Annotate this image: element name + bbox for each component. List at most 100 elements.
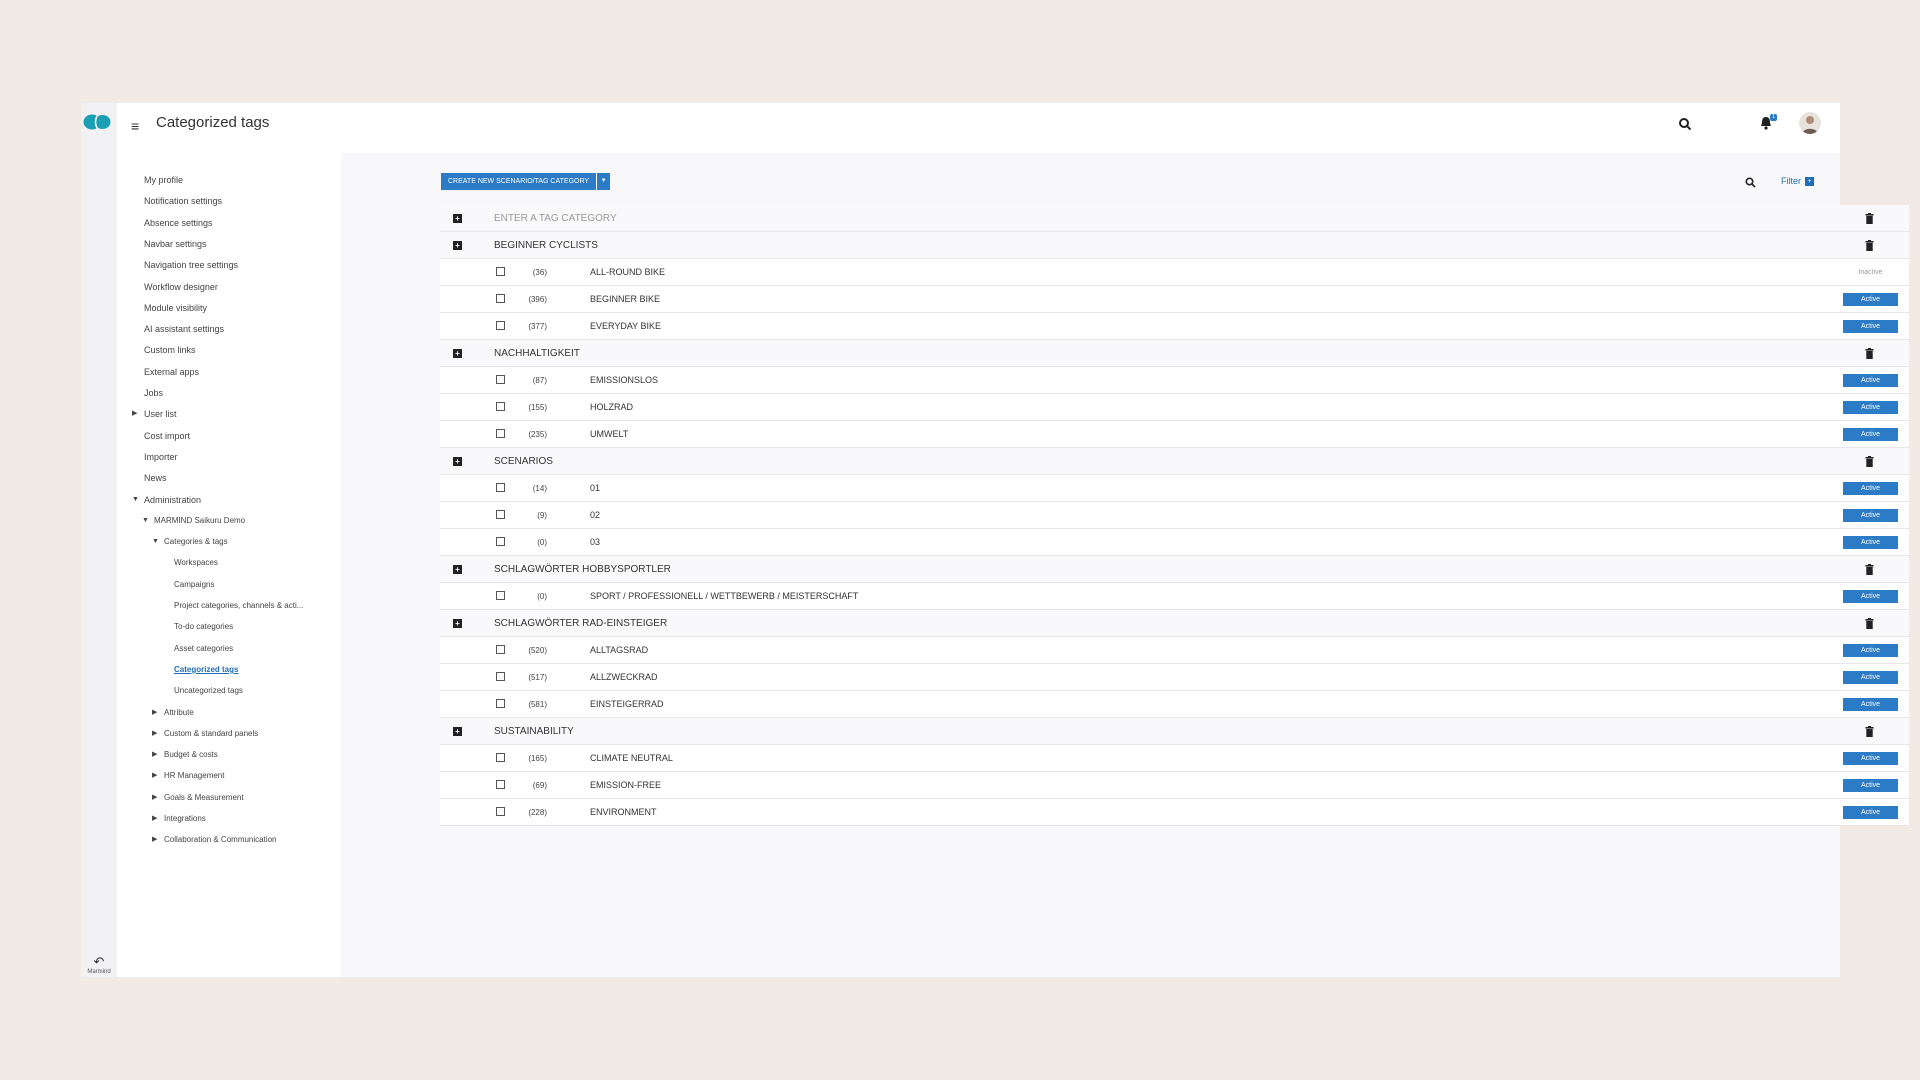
- add-tag-icon[interactable]: +: [453, 349, 462, 358]
- category-name[interactable]: NACHHALTIGKEIT: [494, 348, 580, 359]
- category-name[interactable]: SCENARIOS: [494, 456, 553, 467]
- tag-name[interactable]: EVERYDAY BIKE: [590, 321, 661, 331]
- tag-checkbox[interactable]: [496, 753, 505, 762]
- status-toggle[interactable]: Active: [1843, 320, 1898, 333]
- tag-checkbox[interactable]: [496, 294, 505, 303]
- sidebar-item[interactable]: Categories & tags: [164, 536, 228, 548]
- status-toggle[interactable]: Active: [1843, 698, 1898, 711]
- sidebar-item[interactable]: To-do categories: [174, 621, 233, 633]
- marmind-logo-icon[interactable]: [83, 113, 111, 131]
- back-to-marmind[interactable]: ↶ Marmind: [81, 955, 117, 976]
- tag-name[interactable]: CLIMATE NEUTRAL: [590, 753, 673, 763]
- sidebar-item[interactable]: Notification settings: [144, 195, 222, 207]
- sidebar-item[interactable]: Goals & Measurement: [164, 792, 244, 804]
- status-toggle[interactable]: Inactive: [1843, 266, 1898, 279]
- chevron-down-icon[interactable]: ▼: [597, 173, 611, 190]
- category-name[interactable]: SUSTAINABILITY: [494, 726, 574, 737]
- caret-right-icon[interactable]: ▶: [152, 792, 157, 804]
- filter-button[interactable]: Filter +: [1781, 175, 1814, 188]
- tag-name[interactable]: ENVIRONMENT: [590, 807, 657, 817]
- category-name[interactable]: SCHLAGWÖRTER RAD-EINSTEIGER: [494, 618, 667, 629]
- tag-checkbox[interactable]: [496, 672, 505, 681]
- tag-name[interactable]: UMWELT: [590, 429, 628, 439]
- status-toggle[interactable]: Active: [1843, 671, 1898, 684]
- sidebar-item[interactable]: Importer: [144, 451, 178, 463]
- tag-checkbox[interactable]: [496, 645, 505, 654]
- status-toggle[interactable]: Active: [1843, 536, 1898, 549]
- sidebar-item[interactable]: HR Management: [164, 770, 224, 782]
- tag-checkbox[interactable]: [496, 402, 505, 411]
- new-category-input[interactable]: ENTER A TAG CATEGORY: [494, 213, 617, 224]
- caret-down-icon[interactable]: ▼: [142, 515, 149, 527]
- tag-name[interactable]: BEGINNER BIKE: [590, 294, 660, 304]
- sidebar-item[interactable]: Module visibility: [144, 302, 207, 314]
- add-tag-icon[interactable]: +: [453, 241, 462, 250]
- tag-checkbox[interactable]: [496, 807, 505, 816]
- tag-name[interactable]: ALL-ROUND BIKE: [590, 267, 665, 277]
- sidebar-item[interactable]: Jobs: [144, 387, 163, 399]
- status-toggle[interactable]: Active: [1843, 644, 1898, 657]
- status-toggle[interactable]: Active: [1843, 428, 1898, 441]
- status-toggle[interactable]: Active: [1843, 779, 1898, 792]
- tag-name[interactable]: 03: [590, 537, 600, 547]
- tag-checkbox[interactable]: [496, 375, 505, 384]
- caret-right-icon[interactable]: ▶: [132, 408, 137, 420]
- add-category-icon[interactable]: +: [453, 214, 462, 223]
- hamburger-menu-icon[interactable]: ≡: [131, 119, 139, 133]
- trash-icon[interactable]: [1865, 213, 1874, 224]
- sidebar-item[interactable]: MARMIND Saikuru Demo: [154, 515, 245, 527]
- tag-checkbox[interactable]: [496, 321, 505, 330]
- category-name[interactable]: BEGINNER CYCLISTS: [494, 240, 598, 251]
- status-toggle[interactable]: Active: [1843, 806, 1898, 819]
- caret-right-icon[interactable]: ▶: [152, 770, 157, 782]
- sidebar-item[interactable]: Categorized tags: [174, 664, 238, 676]
- sidebar-item[interactable]: News: [144, 472, 167, 484]
- status-toggle[interactable]: Active: [1843, 482, 1898, 495]
- tag-checkbox[interactable]: [496, 483, 505, 492]
- trash-icon[interactable]: [1865, 348, 1874, 359]
- sidebar-item[interactable]: Asset categories: [174, 643, 233, 655]
- tag-name[interactable]: 02: [590, 510, 600, 520]
- caret-down-icon[interactable]: ▼: [152, 536, 159, 548]
- tag-checkbox[interactable]: [496, 267, 505, 276]
- tag-checkbox[interactable]: [496, 429, 505, 438]
- trash-icon[interactable]: [1865, 618, 1874, 629]
- tag-checkbox[interactable]: [496, 537, 505, 546]
- sidebar-item[interactable]: Custom links: [144, 344, 196, 356]
- status-toggle[interactable]: Active: [1843, 293, 1898, 306]
- sidebar-item[interactable]: Workflow designer: [144, 281, 218, 293]
- search-icon[interactable]: [1678, 117, 1692, 131]
- sidebar-item[interactable]: Navigation tree settings: [144, 259, 238, 271]
- sidebar-item[interactable]: Project categories, channels & acti...: [174, 600, 303, 612]
- trash-icon[interactable]: [1865, 240, 1874, 251]
- sidebar-item[interactable]: Custom & standard panels: [164, 728, 258, 740]
- sidebar-item[interactable]: Administration: [144, 494, 201, 506]
- add-tag-icon[interactable]: +: [453, 619, 462, 628]
- sidebar-item[interactable]: User list: [144, 408, 177, 420]
- caret-right-icon[interactable]: ▶: [152, 813, 157, 825]
- tag-name[interactable]: EMISSION-FREE: [590, 780, 661, 790]
- table-search-icon[interactable]: [1745, 177, 1756, 188]
- sidebar-item[interactable]: Budget & costs: [164, 749, 218, 761]
- tag-name[interactable]: HOLZRAD: [590, 402, 633, 412]
- status-toggle[interactable]: Active: [1843, 509, 1898, 522]
- trash-icon[interactable]: [1865, 726, 1874, 737]
- caret-right-icon[interactable]: ▶: [152, 707, 157, 719]
- caret-right-icon[interactable]: ▶: [152, 728, 157, 740]
- caret-down-icon[interactable]: ▼: [132, 494, 139, 506]
- sidebar-item[interactable]: Campaigns: [174, 579, 214, 591]
- tag-name[interactable]: 01: [590, 483, 600, 493]
- tag-name[interactable]: ALLTAGSRAD: [590, 645, 648, 655]
- tag-checkbox[interactable]: [496, 699, 505, 708]
- status-toggle[interactable]: Active: [1843, 401, 1898, 414]
- add-tag-icon[interactable]: +: [453, 565, 462, 574]
- add-tag-icon[interactable]: +: [453, 457, 462, 466]
- tag-name[interactable]: EMISSIONSLOS: [590, 375, 658, 385]
- status-toggle[interactable]: Active: [1843, 374, 1898, 387]
- tag-checkbox[interactable]: [496, 510, 505, 519]
- caret-right-icon[interactable]: ▶: [152, 749, 157, 761]
- user-avatar[interactable]: [1799, 112, 1821, 134]
- caret-right-icon[interactable]: ▶: [152, 834, 157, 846]
- category-name[interactable]: SCHLAGWÖRTER HOBBYSPORTLER: [494, 564, 671, 575]
- sidebar-item[interactable]: External apps: [144, 366, 199, 378]
